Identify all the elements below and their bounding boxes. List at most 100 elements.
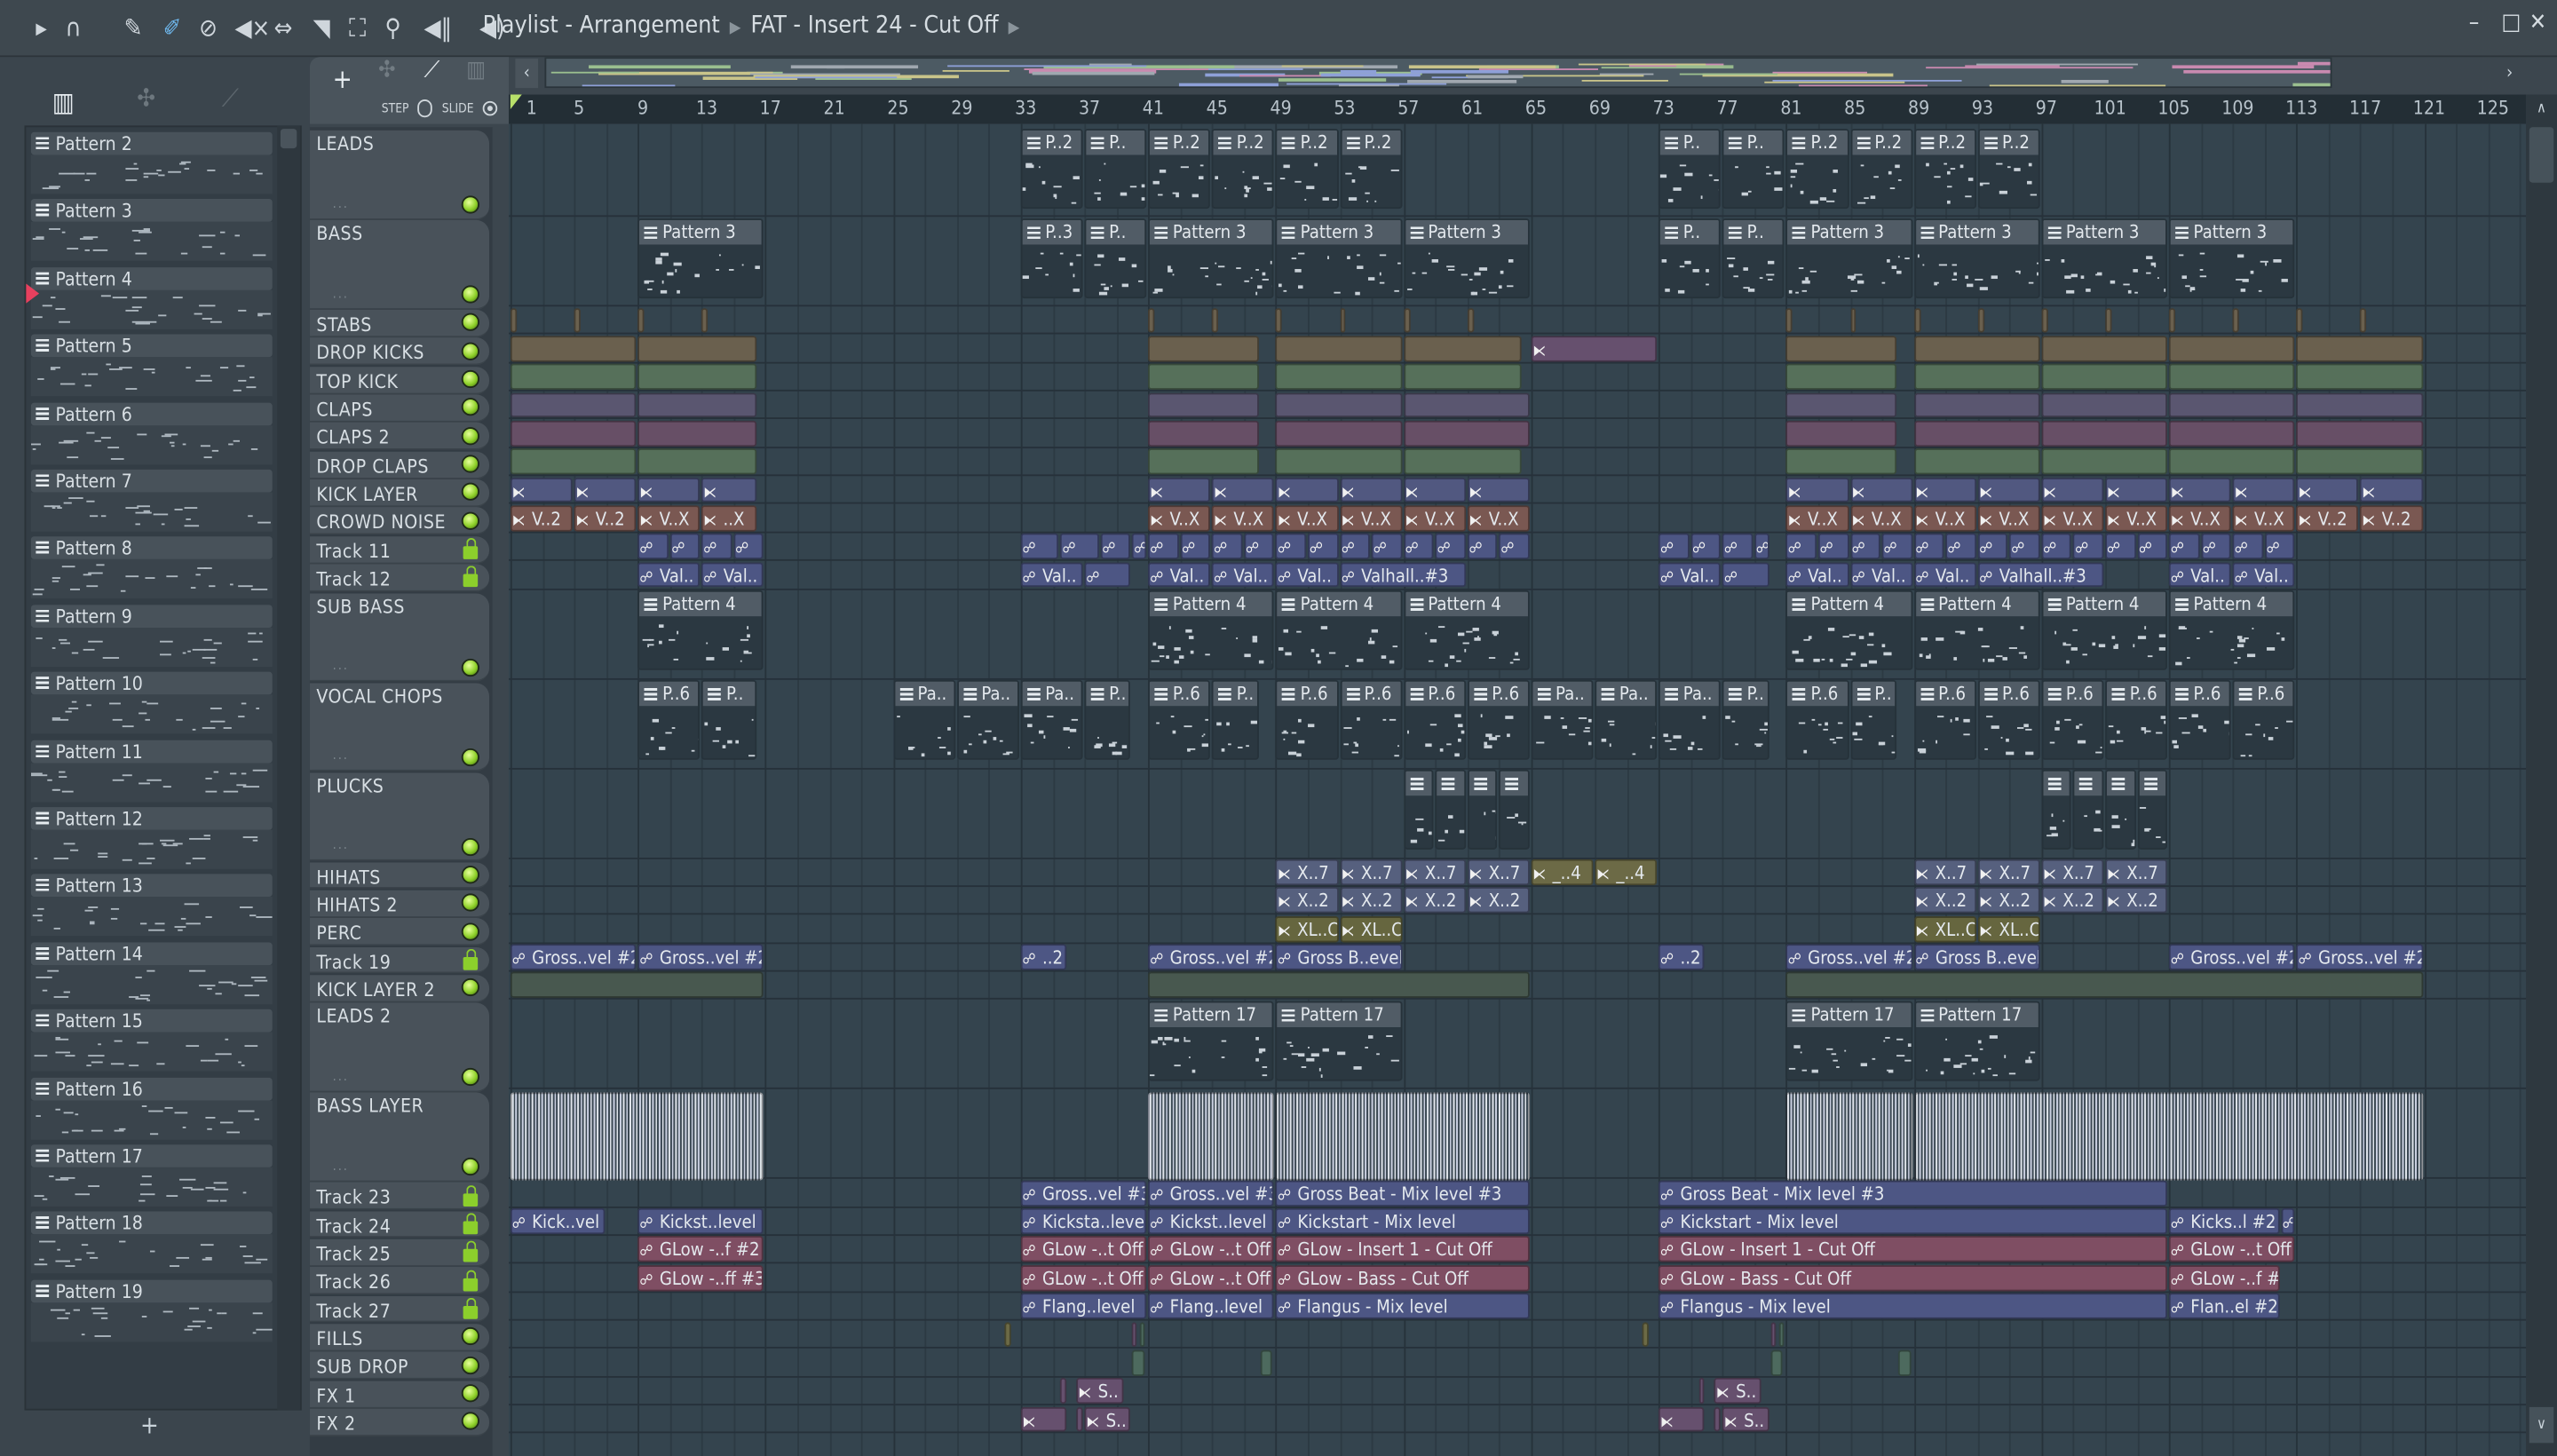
audio-clip[interactable]: [510, 1092, 764, 1181]
track-header[interactable]: HIHATS 2: [309, 890, 490, 918]
slip-icon[interactable]: ⇔: [274, 15, 293, 41]
pattern-clip[interactable]: Pattern 17: [1913, 1001, 2040, 1081]
automation-clip[interactable]: ☍: [1276, 534, 1307, 560]
track-header[interactable]: STABS: [309, 309, 490, 337]
pattern-item[interactable]: Pattern 2: [30, 131, 273, 196]
pattern-clip[interactable]: [2137, 769, 2168, 850]
track-enable-led[interactable]: [461, 893, 479, 912]
track-enable-led[interactable]: [461, 398, 479, 417]
sample-clip[interactable]: ⧔ V..X: [2169, 505, 2232, 532]
track-header[interactable]: LEADS ···: [309, 130, 490, 220]
sample-clip[interactable]: ⧔ V..X: [1276, 505, 1339, 532]
sample-clip[interactable]: ⧔: [1849, 477, 1912, 503]
automation-clip[interactable]: ☍ GLow -..t Off: [1020, 1236, 1147, 1262]
pattern-clip[interactable]: P..3: [1020, 218, 1083, 298]
track-header[interactable]: BASS LAYER ···: [309, 1092, 490, 1183]
delete-icon[interactable]: ⊘: [199, 15, 218, 41]
track-enable-led[interactable]: [461, 978, 479, 997]
playhead-marker[interactable]: [510, 94, 522, 110]
automation-icon[interactable]: ⟋: [424, 57, 440, 83]
lock-icon[interactable]: [463, 948, 479, 970]
sample-clip[interactable]: [510, 336, 637, 362]
maximize-button[interactable]: □: [2501, 10, 2521, 36]
automation-clip[interactable]: ☍: [1658, 534, 1690, 560]
sample-clip[interactable]: [510, 420, 637, 447]
pattern-clip[interactable]: Pattern 4: [637, 590, 764, 670]
sample-clip[interactable]: ⧔ S..: [1084, 1406, 1131, 1433]
sample-clip[interactable]: ⧔: [637, 477, 701, 503]
pattern-clip[interactable]: P..2: [1785, 128, 1848, 209]
automation-clip[interactable]: ☍: [1132, 534, 1147, 560]
track-enable-led[interactable]: [461, 837, 479, 856]
pattern-item[interactable]: Pattern 7: [30, 469, 273, 534]
automation-clip[interactable]: ☍ Gross..vel #2: [637, 944, 764, 970]
pattern-item[interactable]: Pattern 19: [30, 1279, 273, 1343]
automation-clip[interactable]: ☍: [2232, 534, 2263, 560]
automation-clip[interactable]: ☍ ..2: [1020, 944, 1067, 970]
sample-clip[interactable]: [1403, 363, 1522, 390]
pattern-item[interactable]: Pattern 11: [30, 740, 273, 803]
automation-clip[interactable]: ☍: [1467, 534, 1498, 560]
automation-clip[interactable]: ☍ Gross Beat - Mix level #3: [1276, 1180, 1530, 1207]
automation-clip[interactable]: ☍ Val..: [1020, 561, 1083, 589]
sample-clip[interactable]: [510, 307, 518, 334]
sample-clip[interactable]: ⧔ X..2: [1977, 887, 2040, 914]
pattern-item[interactable]: Pattern 16: [30, 1077, 273, 1141]
sample-clip[interactable]: ⧔ S..: [1722, 1406, 1769, 1433]
track-options-icon[interactable]: ···: [333, 842, 349, 857]
sample-clip[interactable]: [1148, 392, 1259, 418]
pattern-item[interactable]: Pattern 9: [30, 604, 273, 669]
automation-clip[interactable]: ☍: [2200, 534, 2232, 560]
sample-clip[interactable]: [1148, 420, 1259, 447]
pattern-clip[interactable]: P..: [1722, 218, 1785, 298]
automation-clip[interactable]: ☍: [701, 534, 732, 560]
pattern-clip[interactable]: [1499, 769, 1530, 850]
pattern-clip[interactable]: Pattern 3: [1913, 218, 2040, 298]
sample-clip[interactable]: ⧔ V..X: [1212, 505, 1275, 532]
pattern-clip[interactable]: P..6: [1785, 679, 1848, 760]
track-header[interactable]: Track 11: [309, 535, 490, 564]
pattern-clip[interactable]: P..2: [1020, 128, 1083, 209]
automation-clip[interactable]: ☍ Kickstart - Mix level: [1658, 1208, 2168, 1235]
sample-clip[interactable]: ⧔ X..7: [1467, 859, 1530, 885]
piano-icon[interactable]: ▥: [52, 86, 75, 117]
track-enable-led[interactable]: [461, 922, 479, 940]
audio-clip[interactable]: [1148, 1092, 1275, 1181]
pattern-clip[interactable]: P..: [1084, 679, 1131, 760]
pattern-clip[interactable]: Pattern 3: [2041, 218, 2168, 298]
audio-wave-icon[interactable]: ✣: [137, 83, 155, 113]
pattern-clip[interactable]: P..2: [1913, 128, 1976, 209]
automation-clip[interactable]: ☍: [733, 534, 764, 560]
track-enable-led[interactable]: [461, 342, 479, 360]
pattern-clip[interactable]: P..6: [2041, 679, 2104, 760]
pattern-clip[interactable]: P..2: [1212, 128, 1275, 209]
sample-clip[interactable]: ⧔ X..2: [2105, 887, 2168, 914]
automation-clip[interactable]: ☍: [2280, 1208, 2295, 1235]
scroll-up-icon[interactable]: ∧: [2529, 101, 2554, 117]
pattern-clip[interactable]: Pattern 17: [1276, 1001, 1402, 1081]
sample-clip[interactable]: ⧔ X..2: [1339, 887, 1402, 914]
sample-clip[interactable]: [1769, 1349, 1784, 1376]
sample-clip[interactable]: [637, 336, 756, 362]
automation-clip[interactable]: ☍ GLow -..f #2: [2169, 1264, 2279, 1291]
sample-clip[interactable]: [1276, 363, 1402, 390]
lock-icon[interactable]: [463, 538, 479, 560]
automation-clip[interactable]: ☍ Val..: [1148, 561, 1211, 589]
paint-brush-icon[interactable]: ✐: [163, 15, 182, 41]
automation-clip[interactable]: ☍ Val..: [637, 561, 701, 589]
sample-clip[interactable]: [2105, 307, 2112, 334]
sample-clip[interactable]: [1132, 1321, 1137, 1348]
sample-clip[interactable]: [1260, 1349, 1273, 1376]
track-header[interactable]: CLAPS 2: [309, 423, 490, 451]
pattern-item[interactable]: Pattern 15: [30, 1009, 273, 1073]
pattern-clip[interactable]: P..6: [2169, 679, 2232, 760]
automation-clip[interactable]: ☍: [1435, 534, 1466, 560]
automation-clip[interactable]: ☍: [2137, 534, 2168, 560]
track-header[interactable]: HIHATS: [309, 861, 490, 890]
pattern-clip[interactable]: [2041, 769, 2072, 850]
sample-clip[interactable]: [1467, 307, 1474, 334]
sample-clip[interactable]: [1785, 307, 1793, 334]
sample-clip[interactable]: ⧔ V..X: [1403, 505, 1466, 532]
track-header[interactable]: PERC: [309, 918, 490, 946]
sample-clip[interactable]: [1276, 448, 1402, 475]
